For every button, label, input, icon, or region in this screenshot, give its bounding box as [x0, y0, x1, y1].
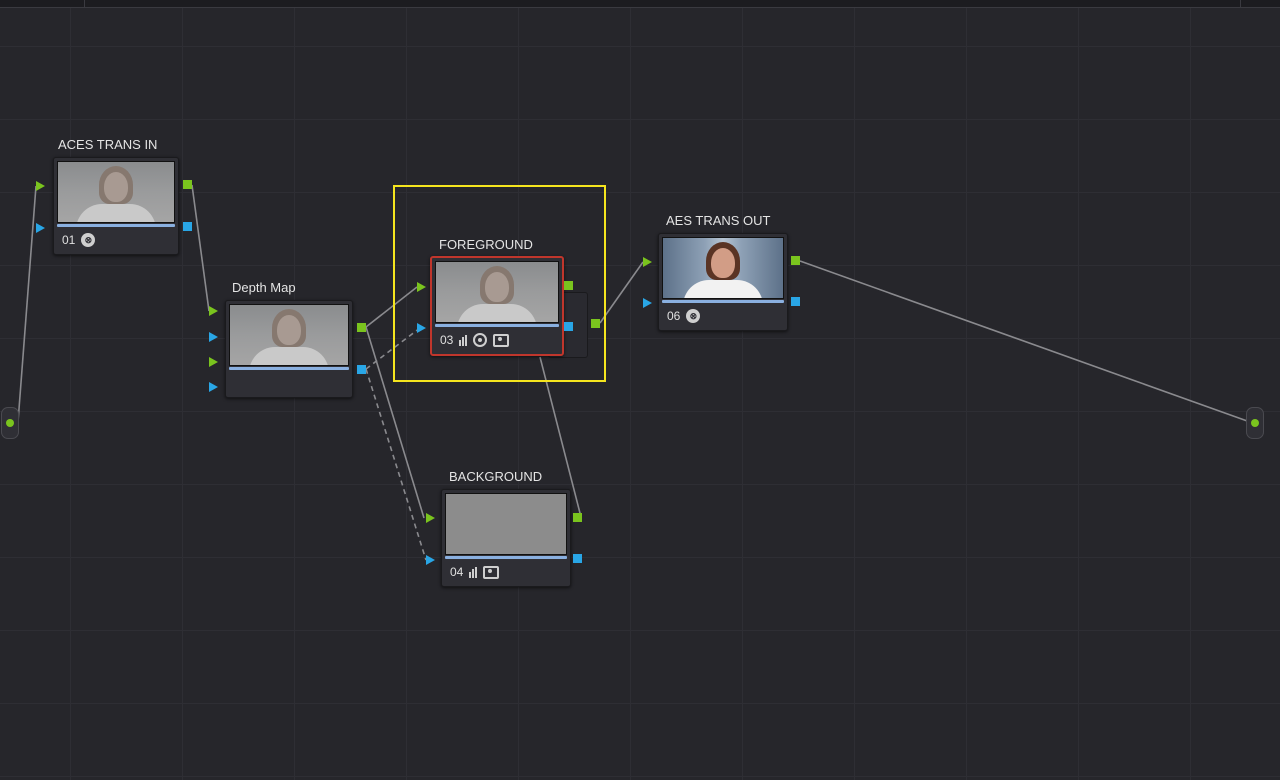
aces-icon: ⊗ [81, 233, 96, 247]
wire-aes-out-to-output [799, 260, 1251, 423]
rgb-input-port[interactable] [643, 257, 652, 267]
alpha-input-port[interactable] [209, 332, 218, 342]
node-status-bar [445, 556, 567, 559]
rgb-output-port[interactable] [791, 256, 800, 265]
source-input-endpoint[interactable] [1, 407, 19, 439]
alpha-output-port[interactable] [183, 222, 192, 231]
rgb-output-port[interactable] [183, 180, 192, 189]
wire-source-to-aces-in [17, 185, 37, 423]
node-background[interactable]: 04 [441, 489, 571, 587]
alpha-input-port[interactable] [643, 298, 652, 308]
alpha-input-port[interactable] [426, 555, 435, 565]
node-depth-map[interactable] [225, 300, 353, 398]
rgb-input-port[interactable] [209, 306, 218, 316]
node-label-background: BACKGROUND [449, 469, 543, 484]
photo-icon [483, 565, 500, 579]
node-thumbnail [662, 237, 784, 299]
node-label-aes-trans-out: AES TRANS OUT [666, 213, 771, 228]
alpha-output-port[interactable] [791, 297, 800, 306]
rgb-output-port[interactable] [573, 513, 582, 522]
node-thumbnail [229, 304, 349, 366]
output-input-port[interactable] [1251, 419, 1259, 427]
wire-depth-map-alpha-to-background [365, 368, 427, 561]
alpha-input-port[interactable] [36, 223, 45, 233]
rgb-input-port[interactable] [36, 181, 45, 191]
node-thumbnail [445, 493, 567, 555]
rgb-input-port-2[interactable] [209, 357, 218, 367]
node-number: 06 [667, 309, 681, 323]
node-number: 04 [450, 565, 464, 579]
bars-icon [469, 566, 478, 578]
selection-highlight [393, 185, 606, 382]
node-label-aces-trans-in: ACES TRANS IN [58, 137, 158, 152]
alpha-input-port-2[interactable] [209, 382, 218, 392]
alpha-output-port[interactable] [357, 365, 366, 374]
node-label-depth-map: Depth Map [232, 280, 296, 295]
wire-foreground-to-aes-out [599, 261, 644, 324]
node-aces-trans-in[interactable]: 01 ⊗ [53, 157, 179, 255]
rgb-input-port[interactable] [426, 513, 435, 523]
node-connections [17, 184, 1251, 561]
node-thumbnail [57, 161, 175, 223]
timeline-output-endpoint[interactable] [1246, 407, 1264, 439]
node-status-bar [662, 300, 784, 303]
source-output-port[interactable] [6, 419, 14, 427]
node-aes-trans-out[interactable]: 06 ⊗ [658, 233, 788, 331]
aces-icon: ⊗ [686, 309, 701, 323]
node-status-bar [57, 224, 175, 227]
node-status-bar [229, 367, 349, 370]
alpha-output-port[interactable] [573, 554, 582, 563]
wire-aces-in-to-depth-map [191, 184, 210, 312]
node-number: 01 [62, 233, 76, 247]
rgb-output-port[interactable] [357, 323, 366, 332]
